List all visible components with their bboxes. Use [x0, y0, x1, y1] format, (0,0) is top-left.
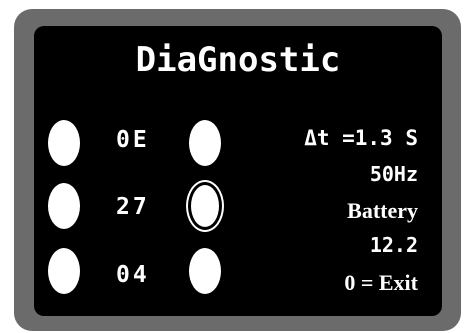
middle-button-1[interactable] — [189, 120, 221, 166]
code-label-3: 04 — [116, 262, 150, 288]
delta-t-readout: Δt =1.3 S — [304, 126, 418, 150]
middle-button-2-selected[interactable] — [191, 185, 219, 227]
diagnostic-screen: DiaGnostic 0E 27 04 Δt =1.3 S 50Hz Batte… — [34, 26, 442, 316]
frequency-readout: 50Hz — [369, 162, 418, 186]
screen-title: DiaGnostic — [135, 40, 341, 80]
exit-hint: 0 = Exit — [344, 270, 418, 295]
code-label-2: 27 — [116, 194, 150, 220]
code-label-1: 0E — [116, 127, 150, 153]
left-button-1[interactable] — [48, 120, 80, 166]
left-button-2[interactable] — [48, 183, 80, 229]
left-button-3[interactable] — [48, 248, 80, 294]
voltage-readout: 12.2 — [369, 233, 418, 257]
middle-button-3[interactable] — [189, 248, 221, 294]
source-readout: Battery — [347, 198, 418, 223]
